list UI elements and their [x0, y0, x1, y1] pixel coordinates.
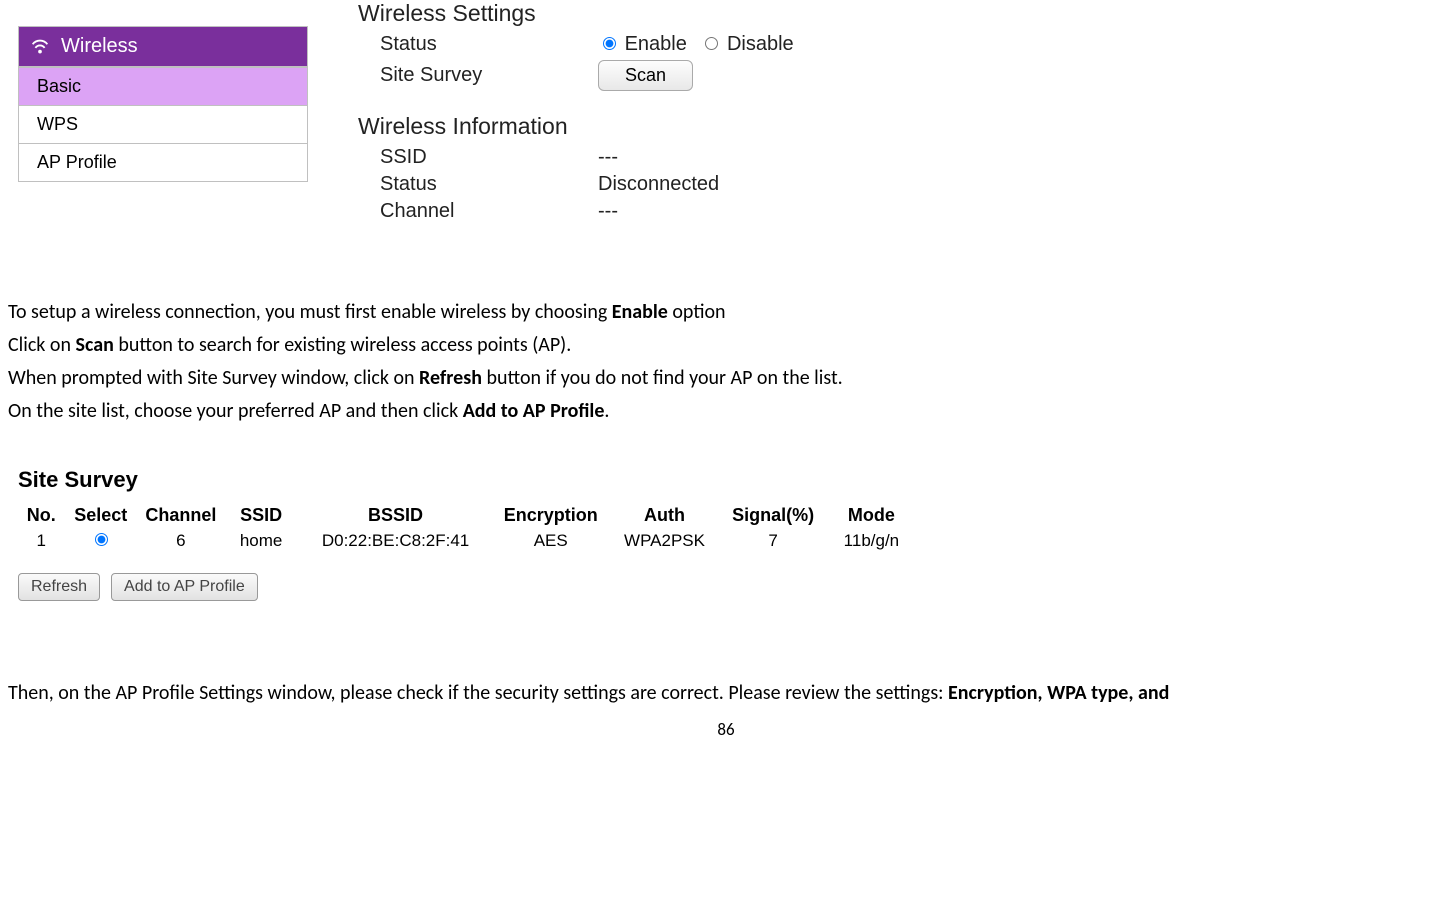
wireless-settings-panel: Wireless Settings Status Enable Disable …	[358, 0, 802, 227]
status-disable-label: Disable	[727, 33, 794, 55]
col-select: Select	[65, 503, 137, 528]
text: To setup a wireless connection, you must…	[8, 300, 612, 324]
scan-button[interactable]: Scan	[598, 60, 693, 91]
col-no: No.	[18, 503, 65, 528]
info-status-label: Status	[358, 173, 598, 196]
table-row: 1 6 home D0:22:BE:C8:2F:41 AES WPA2PSK 7…	[18, 528, 918, 553]
info-ssid-value: ---	[598, 146, 618, 169]
sidebar-item-basic[interactable]: Basic	[19, 67, 307, 105]
table-header-row: No. Select Channel SSID BSSID Encryption…	[18, 503, 918, 528]
text: Click on	[8, 333, 76, 357]
status-radio-group: Enable Disable	[598, 33, 802, 56]
sidebar-item-ap-profile[interactable]: AP Profile	[19, 143, 307, 181]
instruction-line-3: When prompted with Site Survey window, c…	[8, 363, 1444, 394]
wifi-icon	[29, 38, 51, 56]
text: button to search for existing wireless a…	[114, 333, 571, 357]
wireless-info-title: Wireless Information	[358, 113, 802, 140]
cell-no: 1	[18, 528, 65, 553]
instruction-line-2: Click on Scan button to search for exist…	[8, 330, 1444, 361]
col-bssid: BSSID	[297, 503, 494, 528]
cell-channel: 6	[137, 528, 225, 553]
sidebar-header-wireless[interactable]: Wireless	[19, 27, 307, 67]
col-ssid: SSID	[225, 503, 297, 528]
sidebar-nav: Wireless Basic WPS AP Profile	[18, 26, 308, 182]
cell-encryption: AES	[494, 528, 608, 553]
status-disable-radio[interactable]	[705, 37, 718, 50]
add-to-ap-profile-button[interactable]: Add to AP Profile	[111, 573, 258, 601]
cell-bssid: D0:22:BE:C8:2F:41	[297, 528, 494, 553]
wireless-settings-screenshot: Wireless Basic WPS AP Profile Wireless S…	[18, 0, 1444, 227]
instruction-line-1: To setup a wireless connection, you must…	[8, 297, 1444, 328]
cell-ssid: home	[225, 528, 297, 553]
text: On the site list, choose your preferred …	[8, 399, 463, 423]
sidebar-header-label: Wireless	[61, 35, 138, 58]
site-survey-title: Site Survey	[18, 467, 918, 493]
instruction-block: To setup a wireless connection, you must…	[8, 297, 1444, 427]
col-encryption: Encryption	[494, 503, 608, 528]
site-survey-buttons: Refresh Add to AP Profile	[18, 573, 918, 601]
status-enable-label: Enable	[625, 33, 687, 55]
wireless-settings-title: Wireless Settings	[358, 0, 802, 27]
col-signal: Signal(%)	[721, 503, 824, 528]
bold-refresh: Refresh	[419, 366, 482, 390]
info-channel-label: Channel	[358, 200, 598, 223]
refresh-button[interactable]: Refresh	[18, 573, 100, 601]
text: option	[668, 300, 726, 324]
status-enable-option[interactable]: Enable	[598, 33, 692, 55]
site-survey-label: Site Survey	[358, 64, 598, 87]
text: .	[604, 399, 609, 423]
site-survey-screenshot: Site Survey No. Select Channel SSID BSSI…	[18, 467, 918, 601]
status-label: Status	[358, 33, 598, 56]
info-ssid-label: SSID	[358, 146, 598, 169]
page-number: 86	[8, 719, 1444, 740]
instruction-line-4: On the site list, choose your preferred …	[8, 396, 1444, 427]
text: Then, on the AP Profile Settings window,…	[8, 681, 948, 705]
text: When prompted with Site Survey window, c…	[8, 366, 419, 390]
col-mode: Mode	[825, 503, 918, 528]
bold-add-to-ap-profile: Add to AP Profile	[463, 399, 605, 423]
status-disable-option[interactable]: Disable	[700, 33, 793, 55]
row-select-radio[interactable]	[95, 533, 108, 546]
cell-auth: WPA2PSK	[608, 528, 722, 553]
col-auth: Auth	[608, 503, 722, 528]
bold-security-settings: Encryption, WPA type, and	[948, 681, 1169, 705]
bold-enable: Enable	[612, 300, 668, 324]
sidebar-item-wps[interactable]: WPS	[19, 105, 307, 143]
bold-scan: Scan	[76, 333, 114, 357]
closing-paragraph: Then, on the AP Profile Settings window,…	[8, 681, 1444, 705]
site-survey-table: No. Select Channel SSID BSSID Encryption…	[18, 503, 918, 553]
col-channel: Channel	[137, 503, 225, 528]
info-status-value: Disconnected	[598, 173, 719, 196]
info-channel-value: ---	[598, 200, 618, 223]
cell-select	[65, 528, 137, 553]
status-enable-radio[interactable]	[603, 37, 616, 50]
cell-mode: 11b/g/n	[825, 528, 918, 553]
text: button if you do not find your AP on the…	[482, 366, 843, 390]
cell-signal: 7	[721, 528, 824, 553]
